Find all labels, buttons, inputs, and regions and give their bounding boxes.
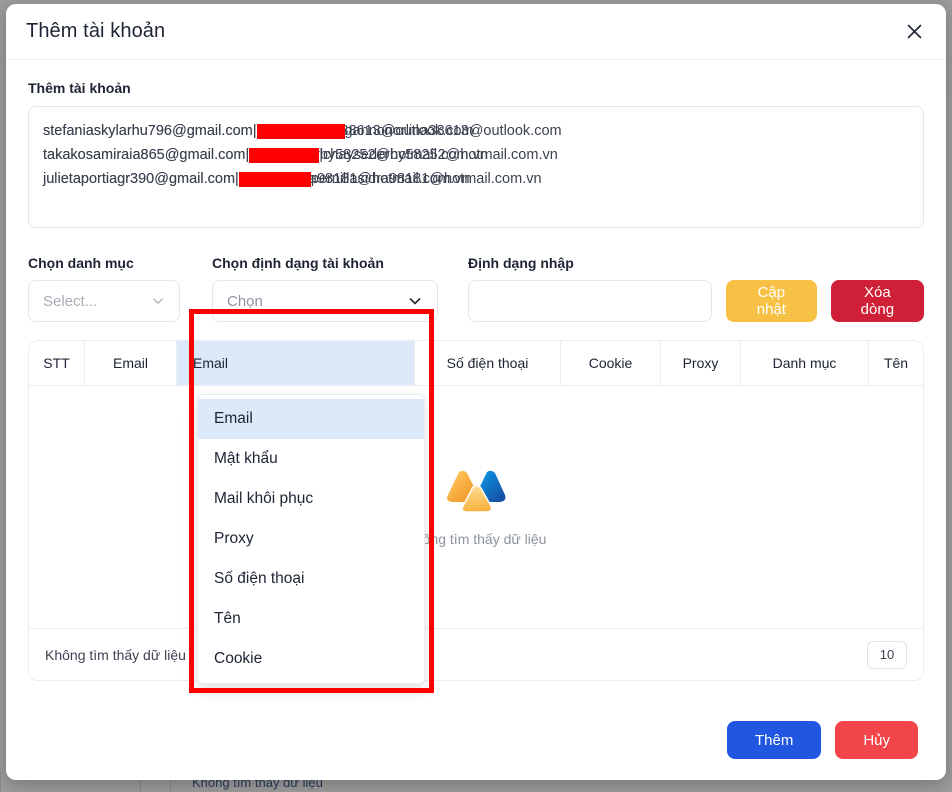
import-format-input[interactable] [468, 280, 712, 322]
category-label: Chọn danh mục [28, 255, 134, 271]
category-select[interactable]: Select... [28, 280, 180, 322]
add-account-modal: Thêm tài khoản Thêm tài khoản stefaniask… [6, 4, 946, 780]
empty-state-text: Không tìm thấy dữ liệu [405, 530, 547, 547]
account-format-dropdown-menu: Email Mật khẩu Mail khôi phục Proxy Số điện … [197, 394, 425, 684]
table-footer-text: Không tìm thấy dữ liệu [45, 646, 186, 663]
table-column-header[interactable]: Email [85, 341, 177, 385]
delete-row-button[interactable]: Xóa dòng [830, 280, 924, 322]
modal-header: Thêm tài khoản [6, 4, 946, 60]
accounts-textarea[interactable] [28, 106, 924, 228]
account-format-option[interactable]: Tên [198, 599, 424, 639]
import-format-label: Định dạng nhập [468, 255, 574, 271]
account-format-option[interactable]: Cookie [198, 639, 424, 679]
table-column-header[interactable]: Số điện thoại [415, 341, 561, 385]
table-column-header[interactable]: Tên [869, 341, 923, 385]
account-format-option[interactable]: Proxy [198, 519, 424, 559]
account-format-option[interactable]: Mail khôi phục [198, 479, 424, 519]
account-format-option[interactable]: Mật khẩu [198, 439, 424, 479]
accounts-textarea-wrapper: stefaniaskylarhu796@gmail.com|gannonorli… [28, 106, 924, 233]
accounts-section-label: Thêm tài khoản [28, 80, 131, 96]
chevron-down-icon [151, 294, 165, 308]
empty-state: Không tìm thấy dữ liệu [29, 386, 923, 628]
account-format-option[interactable]: Số điện thoại [198, 559, 424, 599]
account-format-label: Chọn định dạng tài khoản [212, 255, 384, 271]
table-column-header[interactable]: Danh mục [741, 341, 869, 385]
account-format-select-value: Chọn [227, 292, 263, 310]
account-format-select[interactable]: Chọn [212, 280, 438, 322]
account-format-group: Chọn định dạng tài khoản Chọn [212, 255, 438, 322]
table-column-header[interactable]: Cookie [561, 341, 661, 385]
modal-footer: Thêm Hủy [6, 710, 946, 780]
close-icon[interactable] [900, 18, 928, 46]
table-body: Không tìm thấy dữ liệu [29, 386, 923, 628]
table-footer: Không tìm thấy dữ liệu 10 [29, 628, 923, 680]
controls-row: Chọn danh mục Select... Chọn định dạng t… [28, 255, 924, 322]
table-column-header[interactable]: STT [29, 341, 85, 385]
submit-button[interactable]: Thêm [726, 721, 822, 759]
accounts-table: STT Email Email Số điện thoại Cookie Proxy Dan… [28, 340, 924, 681]
page-size-select[interactable]: 10 [867, 640, 907, 669]
table-column-header[interactable]: Email [177, 341, 415, 385]
chevron-down-icon [407, 293, 423, 309]
modal-body: Thêm tài khoản stefaniaskylarhu796@gmail… [6, 60, 946, 710]
account-format-option[interactable]: Email [198, 399, 424, 439]
category-group: Chọn danh mục Select... [28, 255, 180, 322]
no-data-icon [443, 468, 509, 517]
import-format-group: Định dạng nhập [468, 255, 712, 322]
cancel-button[interactable]: Hủy [835, 721, 918, 759]
update-button[interactable]: Cập nhật [726, 280, 817, 322]
modal-title: Thêm tài khoản [26, 20, 166, 42]
table-column-header[interactable]: Proxy [661, 341, 741, 385]
category-select-value: Select... [43, 292, 98, 310]
table-header-row: STT Email Email Số điện thoại Cookie Proxy Dan… [29, 341, 923, 386]
